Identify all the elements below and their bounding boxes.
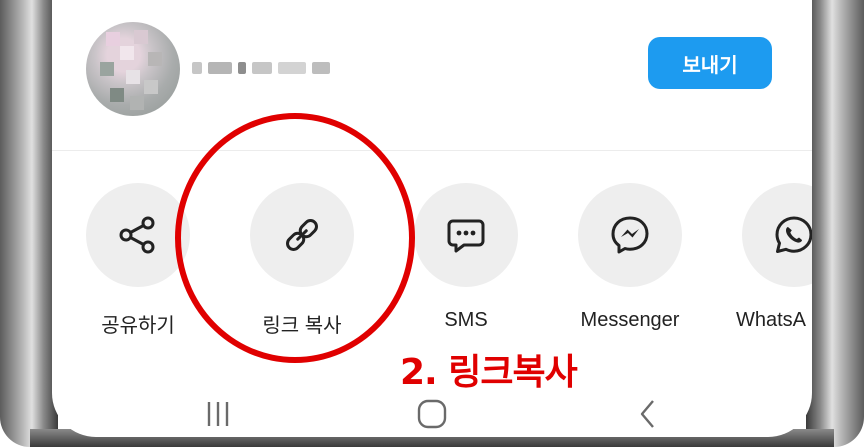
share-option-label: WhatsA [736, 309, 807, 331]
back-button[interactable] [618, 392, 678, 436]
home-icon [417, 399, 447, 429]
avatar[interactable] [86, 22, 180, 116]
share-option-label: SMS [444, 309, 488, 331]
share-option-whatsapp[interactable]: WhatsA [724, 183, 812, 332]
share-icon [119, 216, 155, 254]
share-option-circle[interactable] [414, 183, 518, 287]
send-button[interactable]: 보내기 [648, 37, 772, 89]
sms-icon [447, 219, 485, 253]
contact-name [192, 58, 332, 78]
highlight-circle [175, 113, 415, 363]
annotation-label: 2. 링크복사 [400, 352, 578, 393]
recent-apps-icon [207, 402, 229, 426]
share-option-circle[interactable] [578, 183, 682, 287]
recent-apps-button[interactable] [188, 392, 248, 436]
divider [52, 150, 812, 151]
share-option-sms[interactable]: SMS [396, 183, 536, 332]
share-option-circle[interactable] [742, 183, 812, 287]
share-option-label: 공유하기 [101, 315, 175, 337]
share-option-label: Messenger [580, 309, 680, 331]
back-icon [640, 400, 654, 428]
home-button[interactable] [402, 392, 462, 436]
whatsapp-icon [775, 216, 812, 253]
share-option-messenger[interactable]: Messenger [560, 183, 700, 332]
messenger-icon [611, 216, 649, 254]
phone-frame-right [806, 0, 864, 447]
phone-frame-left [0, 0, 58, 447]
